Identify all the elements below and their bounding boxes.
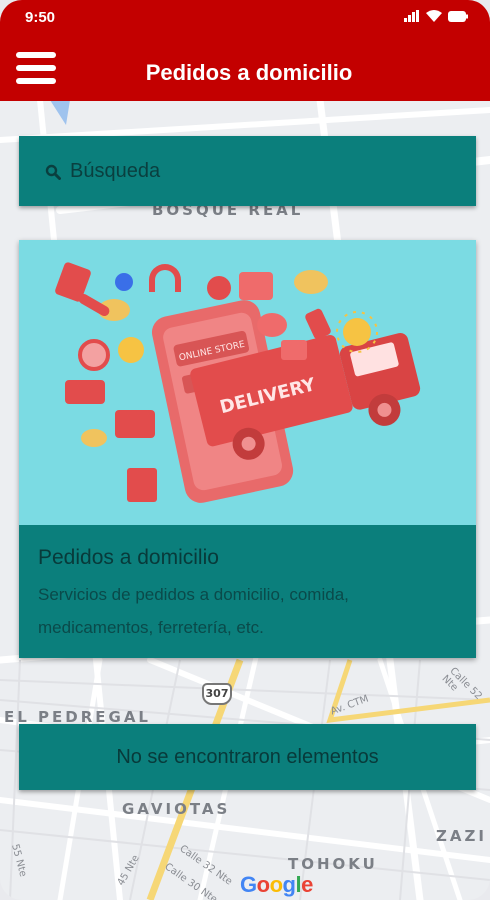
google-logo: Google (240, 872, 313, 897)
delivery-illustration: ONLINE STORE DELIVERY (19, 240, 476, 525)
map-label-tohoku: TOHOKU (288, 855, 378, 873)
card-description: Servicios de pedidos a domicilio, comida… (38, 585, 349, 637)
search-input[interactable]: Búsqueda (70, 160, 160, 183)
app-header: 9:50 Pedidos a domicilio (0, 0, 490, 101)
search-bar[interactable]: Búsqueda (19, 136, 476, 206)
app-screen: BOSQUE REAL EL PEDREGAL GAVIOTAS TOHOKU … (0, 0, 490, 900)
signal-icon (404, 10, 419, 22)
map-label-zazi: ZAZI (436, 827, 487, 845)
map-label-gaviotas: GAVIOTAS (122, 800, 231, 818)
category-card[interactable]: ONLINE STORE DELIVERY Pedidos a domicili… (19, 240, 476, 658)
battery-icon (448, 10, 468, 22)
card-image: ONLINE STORE DELIVERY (19, 240, 476, 525)
status-icons (404, 10, 468, 22)
empty-state-banner: No se encontraron elementos (19, 724, 476, 790)
route-shield: 307 (202, 683, 232, 705)
empty-state-message: No se encontraron elementos (116, 746, 379, 768)
search-icon (45, 164, 61, 180)
card-title: Pedidos a domicilio (38, 546, 219, 569)
status-bar: 9:50 (0, 0, 490, 34)
page-title: Pedidos a domicilio (145, 60, 353, 85)
wifi-icon (426, 10, 442, 22)
status-time: 9:50 (25, 9, 56, 26)
